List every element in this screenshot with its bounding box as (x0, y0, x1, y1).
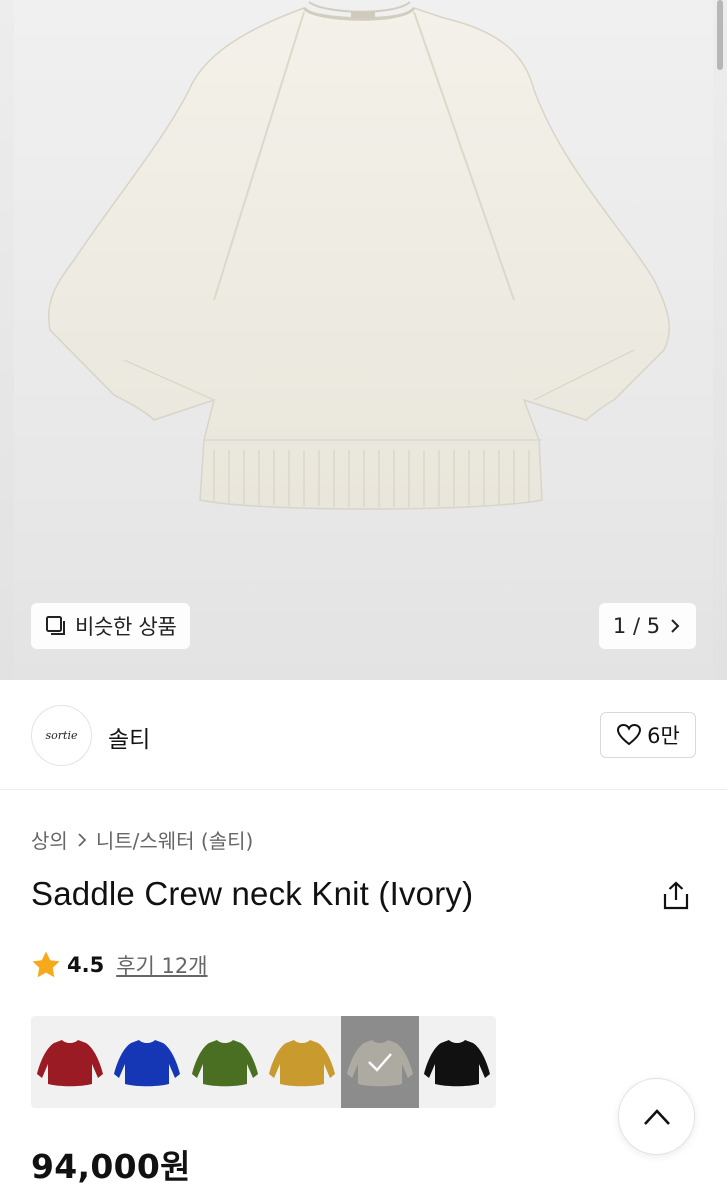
brand-logo-text: sortie (45, 729, 78, 742)
scroll-top-button[interactable] (618, 1078, 695, 1155)
swatch-black[interactable] (419, 1016, 497, 1108)
swatch-mustard[interactable] (264, 1016, 342, 1108)
pager-count: 1 / 5 (612, 614, 661, 638)
hero-background (14, 0, 713, 680)
share-icon[interactable] (660, 880, 692, 912)
chevron-up-icon (643, 1108, 670, 1125)
swatch-sweater-image (424, 1040, 491, 1087)
swatch-green[interactable] (186, 1016, 264, 1108)
similar-products-label: 비슷한 상품 (75, 615, 177, 639)
like-button[interactable]: 6만 (600, 712, 696, 758)
swatch-ivory[interactable] (341, 1016, 419, 1108)
copy-square-icon (46, 616, 65, 635)
swatch-blue[interactable] (109, 1016, 187, 1108)
product-price: 94,000원 (31, 1147, 191, 1186)
sweater-image (47, 1, 670, 510)
heart-icon (617, 723, 642, 746)
chevron-right-icon (78, 832, 87, 847)
image-pager[interactable]: 1 / 5 (599, 603, 696, 649)
rating-score: 4.5 (67, 953, 105, 977)
breadcrumb-category[interactable]: 상의 (31, 825, 68, 854)
breadcrumb-subcategory[interactable]: 니트/스웨터 (솔티) (96, 825, 254, 854)
product-image-gallery[interactable]: 비슷한 상품 1 / 5 (0, 0, 727, 680)
brand-row: sortie 솔티 6만 (0, 680, 727, 790)
check-icon (367, 1053, 392, 1072)
star-icon (32, 951, 60, 978)
swatch-sweater-image (191, 1040, 258, 1087)
swatch-sweater-image (269, 1040, 336, 1087)
brand-name[interactable]: 솔티 (108, 720, 150, 754)
swatch-sweater-image (36, 1040, 103, 1087)
like-count: 6만 (647, 724, 680, 748)
reviews-link[interactable]: 후기 12개 (116, 950, 207, 980)
color-swatches (31, 1016, 496, 1108)
breadcrumb: 상의 니트/스웨터 (솔티) (31, 825, 253, 854)
product-title: Saddle Crew neck Knit (Ivory) (31, 875, 474, 912)
rating-row: 4.5 후기 12개 (31, 950, 208, 980)
swatch-sweater-image (114, 1040, 181, 1087)
swatch-red[interactable] (31, 1016, 109, 1108)
similar-products-button[interactable]: 비슷한 상품 (31, 603, 191, 649)
brand-logo[interactable]: sortie (31, 705, 92, 766)
scrollbar[interactable] (717, 0, 723, 70)
chevron-right-icon (671, 619, 680, 633)
